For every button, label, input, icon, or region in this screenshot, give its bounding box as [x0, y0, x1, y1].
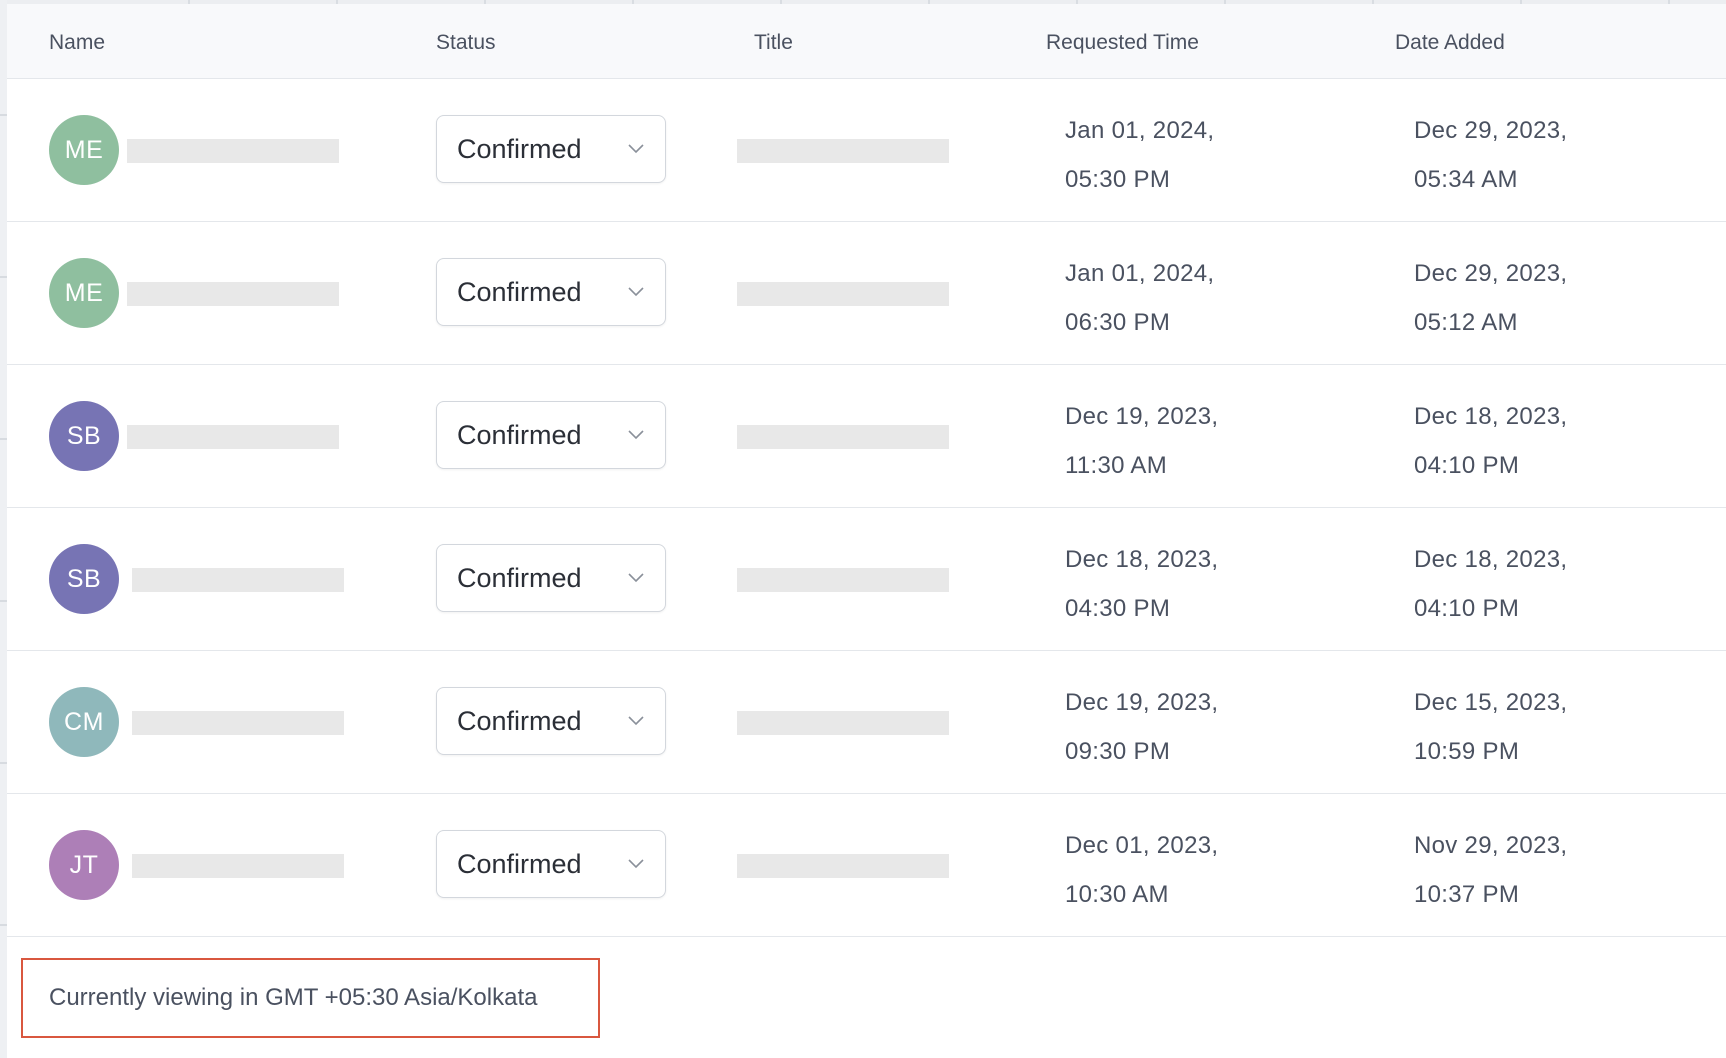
requested-clock: 06:30 PM [1065, 309, 1171, 336]
table-row[interactable]: CM Confirmed Dec 19, 2023, 09:30 PM Dec … [7, 651, 1726, 794]
avatar: ME [49, 115, 119, 185]
column-header-date-added[interactable]: Date Added [1395, 28, 1505, 58]
table-row[interactable]: SB Confirmed Dec 18, 2023, 04:30 PM Dec … [7, 508, 1726, 651]
requested-time: Jan 01, 2024, 05:30 PM [1065, 106, 1214, 204]
requested-date: Dec 19, 2023, [1065, 689, 1219, 716]
status-dropdown[interactable]: Confirmed [436, 830, 666, 898]
left-rail [0, 0, 7, 1058]
chevron-down-icon [628, 287, 644, 297]
added-date: Dec 29, 2023, [1414, 117, 1568, 144]
table-row[interactable]: SB Confirmed Dec 19, 2023, 11:30 AM Dec … [7, 365, 1726, 508]
avatar: SB [49, 544, 119, 614]
date-added: Dec 15, 2023, 10:59 PM [1414, 678, 1567, 776]
chevron-down-icon [628, 430, 644, 440]
redacted-name [132, 854, 344, 878]
date-added: Dec 18, 2023, 04:10 PM [1414, 392, 1567, 490]
chevron-down-icon [628, 573, 644, 583]
rail-tick [0, 276, 7, 278]
status-value: Confirmed [457, 134, 582, 164]
requested-clock: 09:30 PM [1065, 738, 1171, 765]
added-clock: 05:34 AM [1414, 166, 1518, 193]
requested-date: Dec 01, 2023, [1065, 832, 1219, 859]
redacted-name [127, 282, 339, 306]
avatar: ME [49, 258, 119, 328]
chevron-down-icon [628, 859, 644, 869]
requested-time: Jan 01, 2024, 06:30 PM [1065, 249, 1214, 347]
timezone-notice: Currently viewing in GMT +05:30 Asia/Kol… [49, 984, 538, 1011]
status-value: Confirmed [457, 706, 582, 736]
redacted-title [737, 711, 949, 735]
avatar: SB [49, 401, 119, 471]
timezone-notice-highlight: Currently viewing in GMT +05:30 Asia/Kol… [21, 958, 600, 1038]
table-header: Name Status Title Requested Time Date Ad… [7, 4, 1726, 79]
requested-date: Jan 01, 2024, [1065, 117, 1215, 144]
avatar: CM [49, 687, 119, 757]
redacted-title [737, 568, 949, 592]
redacted-name [132, 568, 344, 592]
added-date: Nov 29, 2023, [1414, 832, 1568, 859]
redacted-title [737, 425, 949, 449]
chevron-down-icon [628, 716, 644, 726]
rail-tick [0, 114, 7, 116]
status-value: Confirmed [457, 420, 582, 450]
added-date: Dec 29, 2023, [1414, 260, 1568, 287]
requested-clock: 04:30 PM [1065, 595, 1171, 622]
requested-date: Jan 01, 2024, [1065, 260, 1215, 287]
added-clock: 05:12 AM [1414, 309, 1518, 336]
column-header-requested-time[interactable]: Requested Time [1046, 28, 1199, 58]
redacted-title [737, 139, 949, 163]
requested-time: Dec 18, 2023, 04:30 PM [1065, 535, 1218, 633]
column-header-title[interactable]: Title [754, 28, 793, 58]
column-header-status[interactable]: Status [436, 28, 496, 58]
added-clock: 04:10 PM [1414, 595, 1520, 622]
rail-tick [0, 438, 7, 440]
column-header-name[interactable]: Name [49, 28, 105, 58]
requested-time: Dec 19, 2023, 09:30 PM [1065, 678, 1218, 776]
status-dropdown[interactable]: Confirmed [436, 258, 666, 326]
added-clock: 04:10 PM [1414, 452, 1520, 479]
added-date: Dec 15, 2023, [1414, 689, 1568, 716]
added-clock: 10:37 PM [1414, 881, 1520, 908]
requested-clock: 10:30 AM [1065, 881, 1169, 908]
status-dropdown[interactable]: Confirmed [436, 115, 666, 183]
requested-clock: 05:30 PM [1065, 166, 1171, 193]
redacted-name [127, 425, 339, 449]
status-value: Confirmed [457, 277, 582, 307]
redacted-title [737, 854, 949, 878]
added-date: Dec 18, 2023, [1414, 403, 1568, 430]
table-row[interactable]: ME Confirmed Jan 01, 2024, 06:30 PM Dec … [7, 222, 1726, 365]
redacted-name [132, 711, 344, 735]
rail-tick [0, 762, 7, 764]
date-added: Dec 29, 2023, 05:12 AM [1414, 249, 1567, 347]
date-added: Nov 29, 2023, 10:37 PM [1414, 821, 1567, 919]
requested-date: Dec 19, 2023, [1065, 403, 1219, 430]
status-dropdown[interactable]: Confirmed [436, 401, 666, 469]
rail-tick [0, 924, 7, 926]
bookings-table-view: Name Status Title Requested Time Date Ad… [0, 0, 1726, 1058]
added-clock: 10:59 PM [1414, 738, 1520, 765]
table-row[interactable]: JT Confirmed Dec 01, 2023, 10:30 AM Nov … [7, 794, 1726, 937]
avatar: JT [49, 830, 119, 900]
requested-date: Dec 18, 2023, [1065, 546, 1219, 573]
chevron-down-icon [628, 144, 644, 154]
status-dropdown[interactable]: Confirmed [436, 544, 666, 612]
requested-time: Dec 19, 2023, 11:30 AM [1065, 392, 1218, 490]
table-row[interactable]: ME Confirmed Jan 01, 2024, 05:30 PM Dec … [7, 79, 1726, 222]
redacted-title [737, 282, 949, 306]
status-dropdown[interactable]: Confirmed [436, 687, 666, 755]
redacted-name [127, 139, 339, 163]
date-added: Dec 29, 2023, 05:34 AM [1414, 106, 1567, 204]
rail-tick [0, 600, 7, 602]
status-value: Confirmed [457, 563, 582, 593]
requested-time: Dec 01, 2023, 10:30 AM [1065, 821, 1218, 919]
status-value: Confirmed [457, 849, 582, 879]
added-date: Dec 18, 2023, [1414, 546, 1568, 573]
date-added: Dec 18, 2023, 04:10 PM [1414, 535, 1567, 633]
requested-clock: 11:30 AM [1065, 452, 1168, 479]
